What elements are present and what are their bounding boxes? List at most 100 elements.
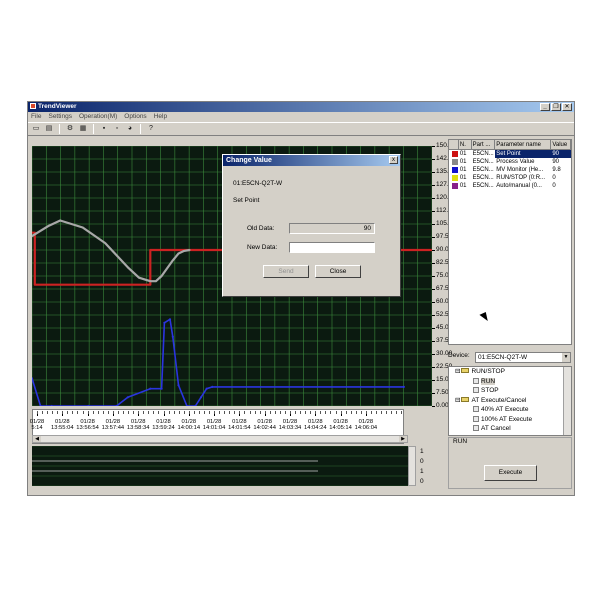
- send-button[interactable]: Send: [263, 265, 309, 278]
- row-number: 01: [459, 151, 467, 157]
- item-icon: [473, 387, 479, 393]
- menu-options[interactable]: Options: [124, 112, 146, 122]
- series-color-swatch: [452, 167, 458, 173]
- y-tick-mark: [432, 276, 435, 277]
- chevron-down-icon[interactable]: ▼: [562, 353, 570, 362]
- data-point: [177, 252, 180, 255]
- y-tick-mark: [432, 159, 435, 160]
- table-row[interactable]: 01 E5CN... MV Monitor (He... 9.8: [449, 166, 571, 174]
- item-icon: [473, 425, 479, 431]
- open-icon[interactable]: ▭: [31, 124, 41, 134]
- time-scrollbar[interactable]: ◀ ▶: [32, 435, 408, 443]
- x-minor-tick: [290, 411, 291, 414]
- digital-scrollbar[interactable]: [408, 446, 416, 486]
- tree-leaf[interactable]: 100% AT Execute: [473, 415, 532, 424]
- series-color-cell: [449, 166, 459, 174]
- app-icon: [30, 103, 36, 109]
- x-tick-label: 01/28 13:57:44: [100, 419, 126, 431]
- close-window-button[interactable]: ✕: [562, 103, 572, 111]
- series-color-cell: [449, 182, 459, 190]
- minimize-button[interactable]: _: [540, 103, 550, 111]
- menu-help[interactable]: Help: [154, 112, 167, 122]
- color-column-header[interactable]: [449, 140, 459, 149]
- x-tick-label: 01/28 14:00:14: [176, 419, 202, 431]
- menu-file[interactable]: File: [31, 112, 41, 122]
- scroll-right-icon[interactable]: ▶: [399, 436, 407, 442]
- collapse-icon[interactable]: ⊟: [455, 368, 460, 375]
- tree-leaf[interactable]: AT Cancel: [473, 425, 511, 433]
- value-cell: 90: [551, 150, 571, 158]
- digital-label: 1: [420, 448, 424, 455]
- column-header-param[interactable]: Parameter name: [495, 140, 552, 149]
- toolbar: ▭ ▤ ⚙ ▦ ▪ ▫ ◕ ?: [28, 122, 574, 136]
- x-minor-tick: [188, 411, 190, 414]
- x-tick-label: 01/28 5:14: [28, 419, 50, 431]
- data-point: [163, 321, 166, 324]
- data-point: [177, 384, 180, 387]
- scroll-left-icon[interactable]: ◀: [33, 436, 41, 442]
- series-color-cell: [449, 150, 459, 158]
- collapse-icon[interactable]: ⊟: [455, 397, 460, 404]
- x-tick-time: 14:05:14: [329, 425, 352, 431]
- y-tick-mark: [432, 341, 435, 342]
- data-point: [402, 385, 405, 388]
- x-minor-tick: [97, 411, 99, 414]
- maximize-button[interactable]: ❐: [551, 103, 561, 111]
- y-tick-label: 7.50: [436, 389, 449, 396]
- title-bar[interactable]: TrendViewer _ ❐ ✕: [28, 102, 574, 112]
- x-minor-tick: [396, 411, 398, 414]
- close-button[interactable]: Close: [315, 265, 361, 278]
- y-tick-mark: [432, 393, 435, 394]
- x-minor-tick: [269, 411, 271, 414]
- dialog-title[interactable]: Change Value: [223, 155, 400, 166]
- x-minor-tick: [350, 411, 352, 414]
- value-cell: 9.8: [552, 167, 561, 173]
- x-minor-tick: [178, 411, 180, 414]
- disconnect-icon[interactable]: ▫: [112, 124, 122, 134]
- x-tick-time: 5:14: [31, 425, 43, 431]
- new-data-input[interactable]: [289, 242, 375, 253]
- x-minor-tick: [77, 411, 79, 414]
- tree-leaf[interactable]: 40% AT Execute: [473, 406, 528, 414]
- settings-icon[interactable]: ⚙: [65, 124, 75, 134]
- tree-leaf[interactable]: STOP: [473, 387, 499, 395]
- menu-settings[interactable]: Settings: [48, 112, 72, 122]
- x-minor-tick: [295, 411, 297, 414]
- table-row[interactable]: 01 E5CN... RUN/STOP (0:R... 0: [449, 174, 571, 182]
- table-row[interactable]: 01 E5CN... Auto/manual (0... 0: [449, 182, 571, 190]
- table-row[interactable]: 01 E5CN... Process Value 90: [449, 158, 571, 166]
- y-tick-mark: [432, 263, 435, 264]
- column-header-part[interactable]: Part ...: [472, 140, 496, 149]
- x-minor-tick: [209, 411, 211, 414]
- y-tick-mark: [432, 315, 435, 316]
- y-tick-mark: [432, 237, 435, 238]
- device-select[interactable]: 01:E5CN-Q2T-W ▼: [475, 352, 571, 363]
- x-minor-tick: [239, 411, 241, 414]
- data-point: [81, 226, 84, 229]
- color-icon[interactable]: ◕: [125, 124, 135, 134]
- print-icon[interactable]: ▦: [78, 124, 88, 134]
- series-color-swatch: [452, 151, 458, 157]
- x-minor-tick: [340, 411, 342, 414]
- execute-button[interactable]: Execute: [484, 465, 537, 481]
- close-icon[interactable]: x: [389, 156, 398, 164]
- connect-icon[interactable]: ▪: [99, 124, 109, 134]
- x-minor-tick: [224, 411, 226, 414]
- x-minor-tick: [193, 411, 195, 414]
- help-icon[interactable]: ?: [146, 124, 156, 134]
- x-minor-tick: [259, 411, 261, 414]
- folder-icon: [461, 396, 470, 402]
- tree-leaf[interactable]: RUN: [473, 377, 496, 386]
- digital-label: 0: [420, 458, 424, 465]
- menu-operation[interactable]: Operation(M): [79, 112, 117, 122]
- digital-chart[interactable]: [32, 445, 408, 487]
- save-icon[interactable]: ▤: [44, 124, 54, 134]
- x-minor-tick: [123, 411, 125, 414]
- tree-folder[interactable]: ⊟ AT Execute/Cancel: [455, 396, 527, 405]
- table-row[interactable]: 01 E5CN... Set Point 90: [449, 150, 571, 158]
- column-header-n[interactable]: N.: [459, 140, 472, 149]
- tree-scrollbar[interactable]: [563, 367, 571, 435]
- tree-folder[interactable]: ⊟ RUN/STOP: [455, 368, 505, 376]
- column-header-value[interactable]: Value: [551, 140, 571, 149]
- tree-label: 40% AT Execute: [481, 406, 529, 413]
